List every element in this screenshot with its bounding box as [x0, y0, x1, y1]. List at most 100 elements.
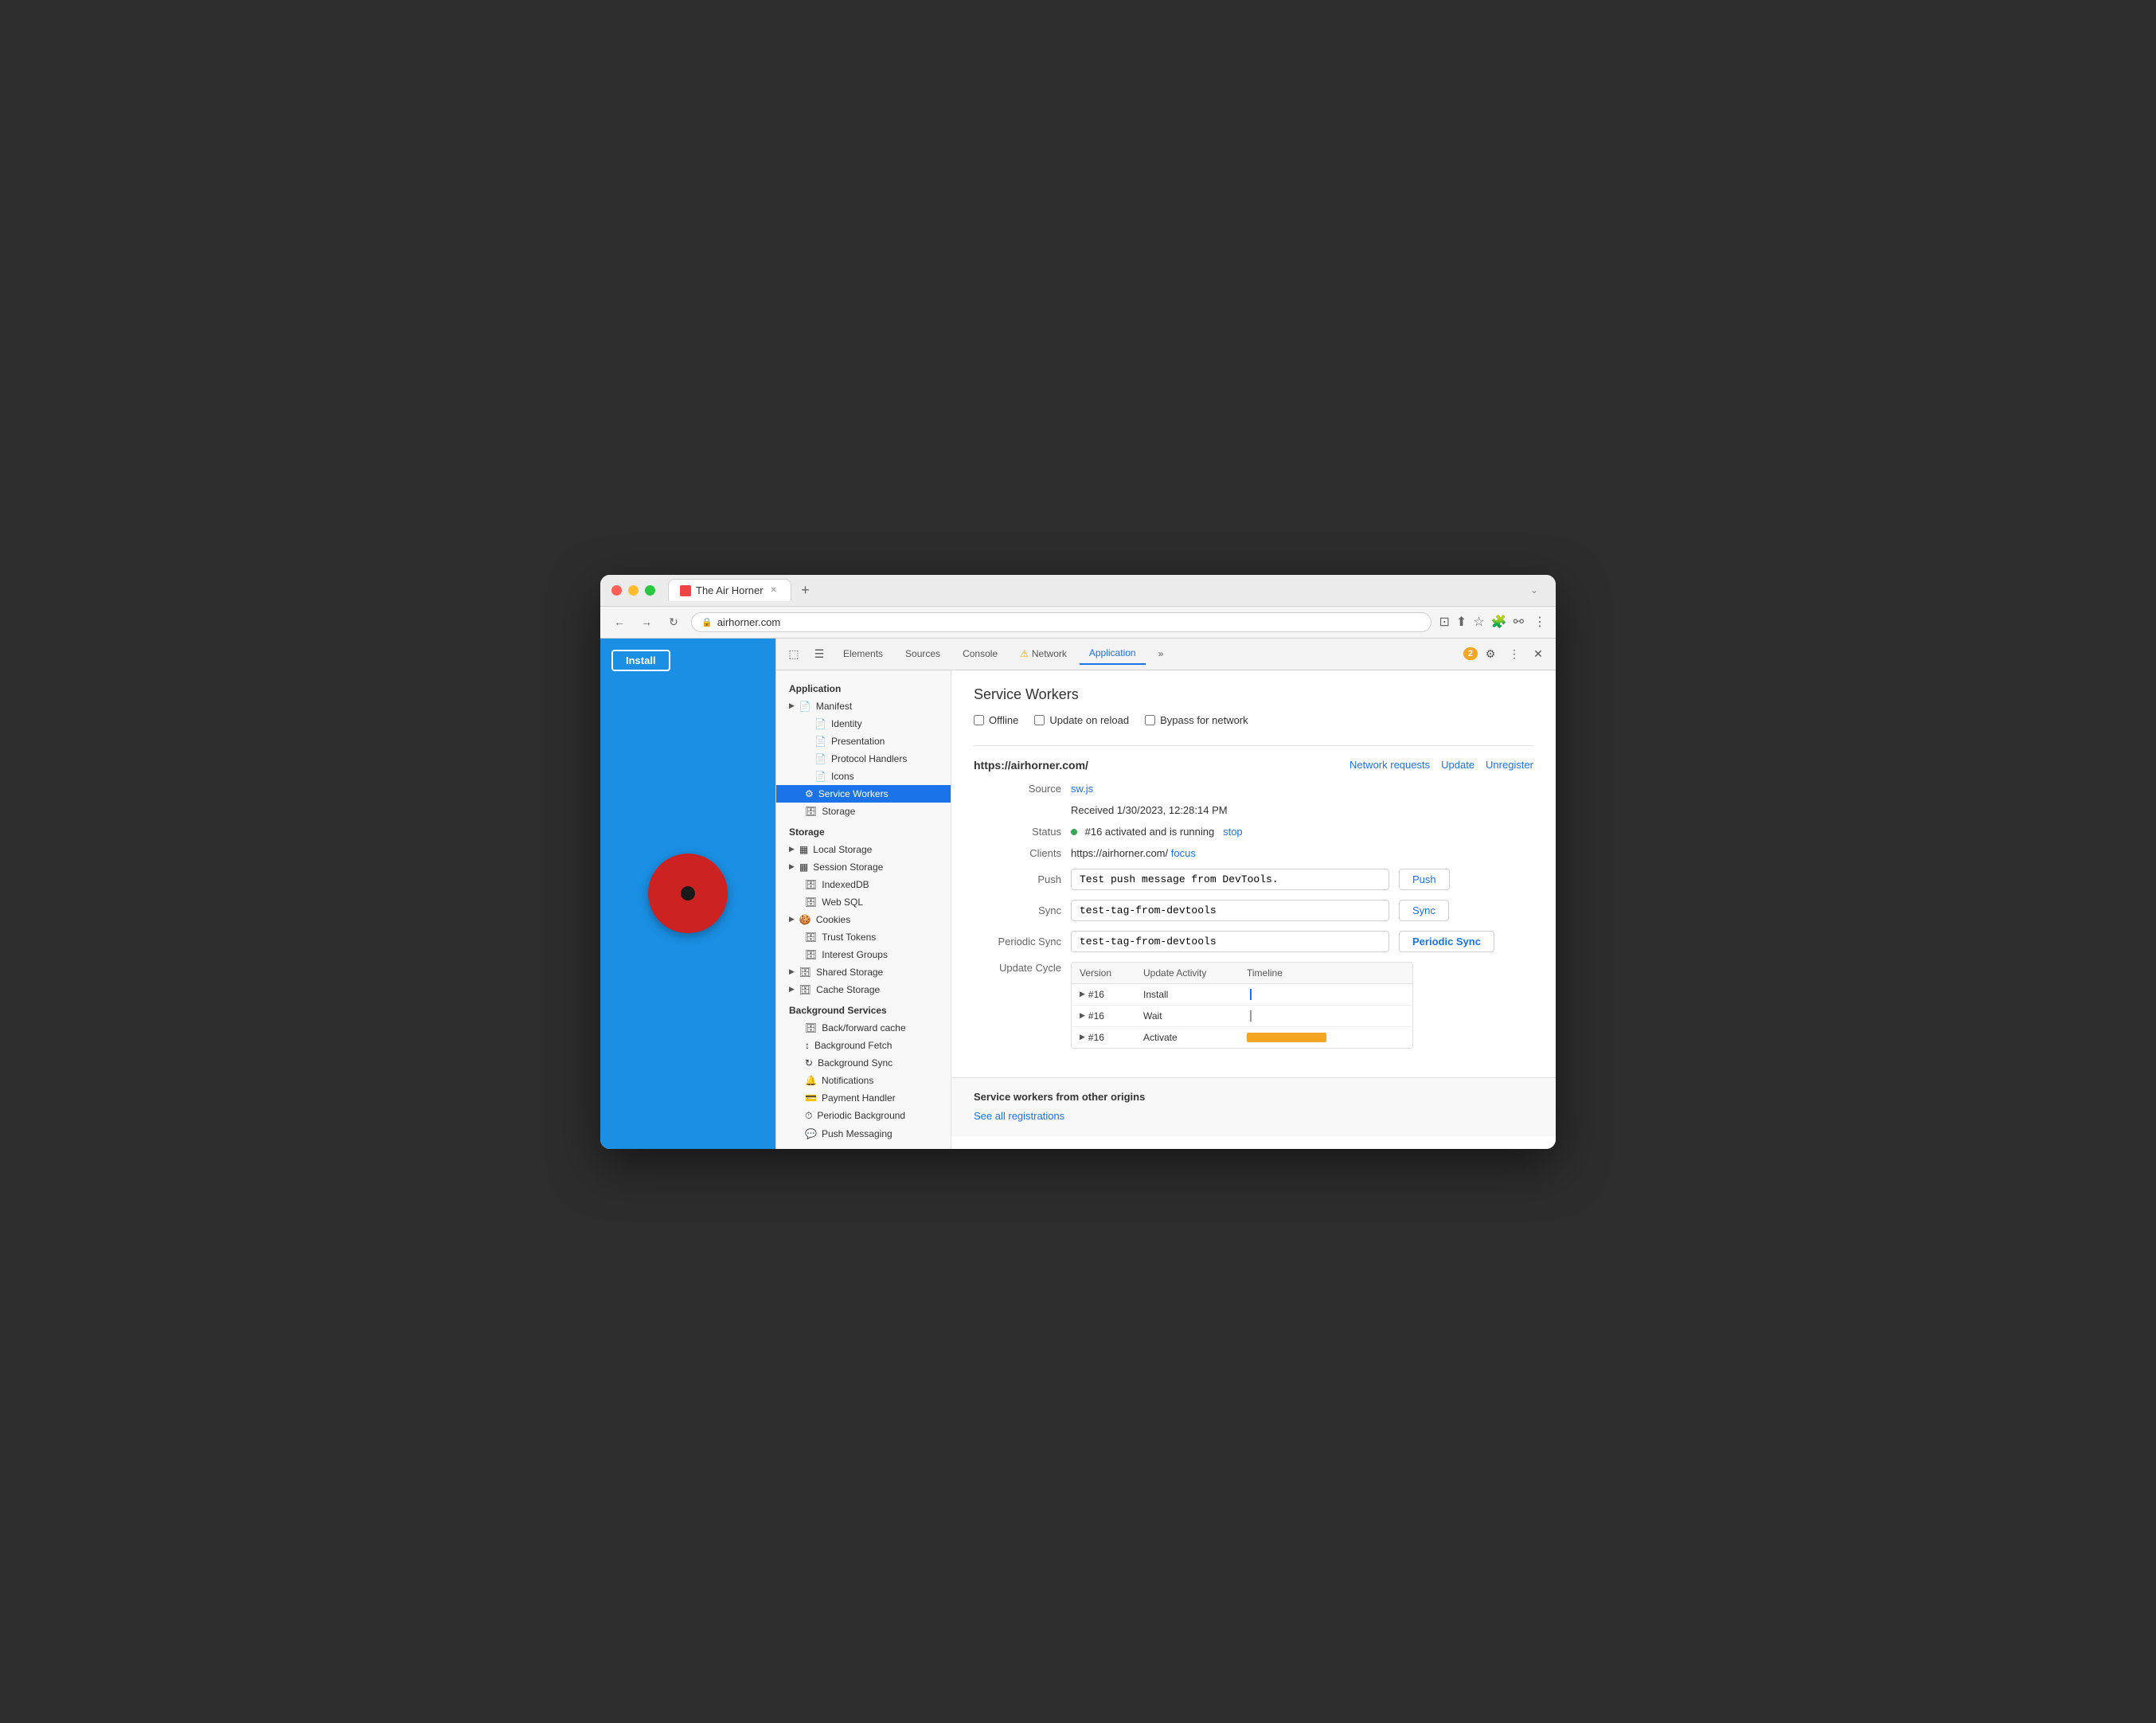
forward-button[interactable]: → [637, 612, 656, 631]
maximize-button[interactable] [645, 585, 655, 596]
tab-elements[interactable]: Elements [834, 643, 892, 664]
bypass-network-checkbox[interactable] [1145, 715, 1155, 725]
nav-payment-handler[interactable]: 💳 Payment Handler [776, 1089, 951, 1107]
nav-periodic-background[interactable]: ⏱ Periodic Background [776, 1107, 951, 1125]
unregister-link[interactable]: Unregister [1486, 759, 1533, 771]
timeline-line-install [1250, 989, 1252, 1000]
update-link[interactable]: Update [1441, 759, 1474, 771]
nav-periodic-label: Periodic Background [817, 1110, 905, 1121]
nav-local-storage[interactable]: ▶ ▦ Local Storage [776, 841, 951, 858]
bookmark-icon[interactable]: ☆ [1473, 614, 1484, 630]
back-button[interactable]: ← [610, 612, 629, 631]
nav-service-workers[interactable]: ⚙ Service Workers [776, 785, 951, 803]
nav-background-sync[interactable]: ↻ Background Sync [776, 1054, 951, 1072]
clients-url: https://airhorner.com/ [1071, 847, 1168, 859]
tab-bar: The Air Horner ✕ + [668, 579, 1530, 601]
extension-icon[interactable]: 🧩 [1491, 614, 1507, 630]
shared-storage-icon: 🗄 [799, 967, 811, 978]
window-controls: ⌄ [1530, 584, 1545, 596]
nav-indexeddb[interactable]: 🗄 IndexedDB [776, 876, 951, 893]
profile-icon[interactable]: ⚯ [1513, 614, 1524, 630]
nav-background-fetch[interactable]: ↕ Background Fetch [776, 1037, 951, 1054]
expand-cache-storage-arrow: ▶ [789, 985, 795, 994]
nav-manifest[interactable]: ▶ 📄 Manifest [776, 697, 951, 715]
nav-push-messaging[interactable]: 💬 Push Messaging [776, 1125, 951, 1143]
nav-websql[interactable]: 🗄 Web SQL [776, 893, 951, 911]
nav-payment-label: Payment Handler [822, 1092, 896, 1104]
nav-icons-label: Icons [831, 771, 854, 782]
devtools-close-button[interactable]: ✕ [1527, 643, 1549, 665]
periodic-sync-row: Periodic Sync Periodic Sync [974, 931, 1533, 952]
offline-checkbox-item[interactable]: Offline [974, 714, 1018, 726]
indexeddb-icon: 🗄 [805, 879, 817, 890]
section-header-background-services: Background Services [776, 998, 951, 1019]
tab-close-button[interactable]: ✕ [768, 585, 779, 596]
menu-icon[interactable]: ⋮ [1533, 614, 1546, 630]
nav-interest-groups-label: Interest Groups [822, 949, 888, 960]
nav-notifications[interactable]: 🔔 Notifications [776, 1072, 951, 1089]
nav-trust-tokens[interactable]: 🗄 Trust Tokens [776, 928, 951, 946]
browser-tab-active[interactable]: The Air Horner ✕ [668, 579, 791, 601]
uc-version-activate: ▶ #16 [1080, 1032, 1143, 1043]
nav-protocol-handlers[interactable]: 📄 Protocol Handlers [776, 750, 951, 768]
nav-identity[interactable]: 📄 Identity [776, 715, 951, 733]
app-logo [648, 854, 728, 933]
update-reload-checkbox-item[interactable]: Update on reload [1034, 714, 1129, 726]
update-reload-checkbox[interactable] [1034, 715, 1045, 725]
nav-presentation[interactable]: 📄 Presentation [776, 733, 951, 750]
tab-application[interactable]: Application [1080, 643, 1146, 665]
install-button[interactable]: Install [611, 650, 670, 671]
periodic-sync-input[interactable] [1071, 931, 1389, 952]
reload-button[interactable]: ↻ [664, 612, 683, 631]
nav-cookies[interactable]: ▶ 🍪 Cookies [776, 911, 951, 928]
sync-row: Sync Sync [974, 900, 1533, 921]
uc-header-activity: Update Activity [1143, 967, 1247, 979]
sync-input[interactable] [1071, 900, 1389, 921]
settings-button[interactable]: ⚙ [1479, 643, 1502, 665]
devtools-more-button[interactable]: ⋮ [1503, 643, 1525, 665]
expand-session-storage-arrow: ▶ [789, 862, 795, 871]
status-value: #16 activated and is running stop [1071, 826, 1243, 838]
nav-trust-tokens-label: Trust Tokens [822, 932, 876, 943]
nav-icons[interactable]: 📄 Icons [776, 768, 951, 785]
tab-sources[interactable]: Sources [896, 643, 950, 664]
nav-backforward-label: Back/forward cache [822, 1022, 905, 1033]
interest-groups-icon: 🗄 [805, 949, 817, 960]
focus-link[interactable]: focus [1171, 847, 1196, 859]
device-toolbar-button[interactable]: ☰ [808, 643, 830, 665]
origin-links: Network requests Update Unregister [1349, 759, 1533, 771]
storage-icon: 🗄 [805, 806, 817, 817]
stop-link[interactable]: stop [1223, 826, 1243, 838]
tab-more[interactable]: » [1149, 643, 1174, 664]
push-button[interactable]: Push [1399, 869, 1450, 890]
minimize-button[interactable] [628, 585, 639, 596]
periodic-sync-button[interactable]: Periodic Sync [1399, 931, 1494, 952]
bypass-network-checkbox-item[interactable]: Bypass for network [1145, 714, 1248, 726]
offline-checkbox[interactable] [974, 715, 984, 725]
see-all-registrations-link[interactable]: See all registrations [974, 1110, 1064, 1122]
nav-back-forward-cache[interactable]: 🗄 Back/forward cache [776, 1019, 951, 1037]
main-area: Install ⬚ ☰ Elements Sources Console [600, 639, 1556, 1149]
close-button[interactable] [611, 585, 622, 596]
address-field[interactable]: 🔒 airhorner.com [691, 612, 1431, 632]
share-icon[interactable]: ⬆ [1456, 614, 1467, 630]
service-workers-icon: ⚙ [805, 788, 814, 799]
new-tab-button[interactable]: + [796, 580, 815, 600]
origin-url: https://airhorner.com/ [974, 759, 1088, 772]
sync-button[interactable]: Sync [1399, 900, 1449, 921]
tab-network[interactable]: ⚠ Network [1010, 643, 1076, 664]
nav-storage[interactable]: 🗄 Storage [776, 803, 951, 820]
cursor-tool-button[interactable]: ⬚ [783, 643, 805, 665]
network-requests-link[interactable]: Network requests [1349, 759, 1430, 771]
nav-cookies-label: Cookies [816, 914, 850, 925]
timeline-bar-activate [1247, 1033, 1326, 1042]
nav-session-storage[interactable]: ▶ ▦ Session Storage [776, 858, 951, 876]
nav-shared-storage[interactable]: ▶ 🗄 Shared Storage [776, 963, 951, 981]
nav-cache-storage[interactable]: ▶ 🗄 Cache Storage [776, 981, 951, 998]
uc-arrow-wait: ▶ [1080, 1011, 1085, 1020]
nav-interest-groups[interactable]: 🗄 Interest Groups [776, 946, 951, 963]
source-link[interactable]: sw.js [1071, 783, 1093, 795]
push-input[interactable] [1071, 869, 1389, 890]
cast-icon[interactable]: ⊡ [1439, 614, 1450, 630]
tab-console[interactable]: Console [953, 643, 1007, 664]
